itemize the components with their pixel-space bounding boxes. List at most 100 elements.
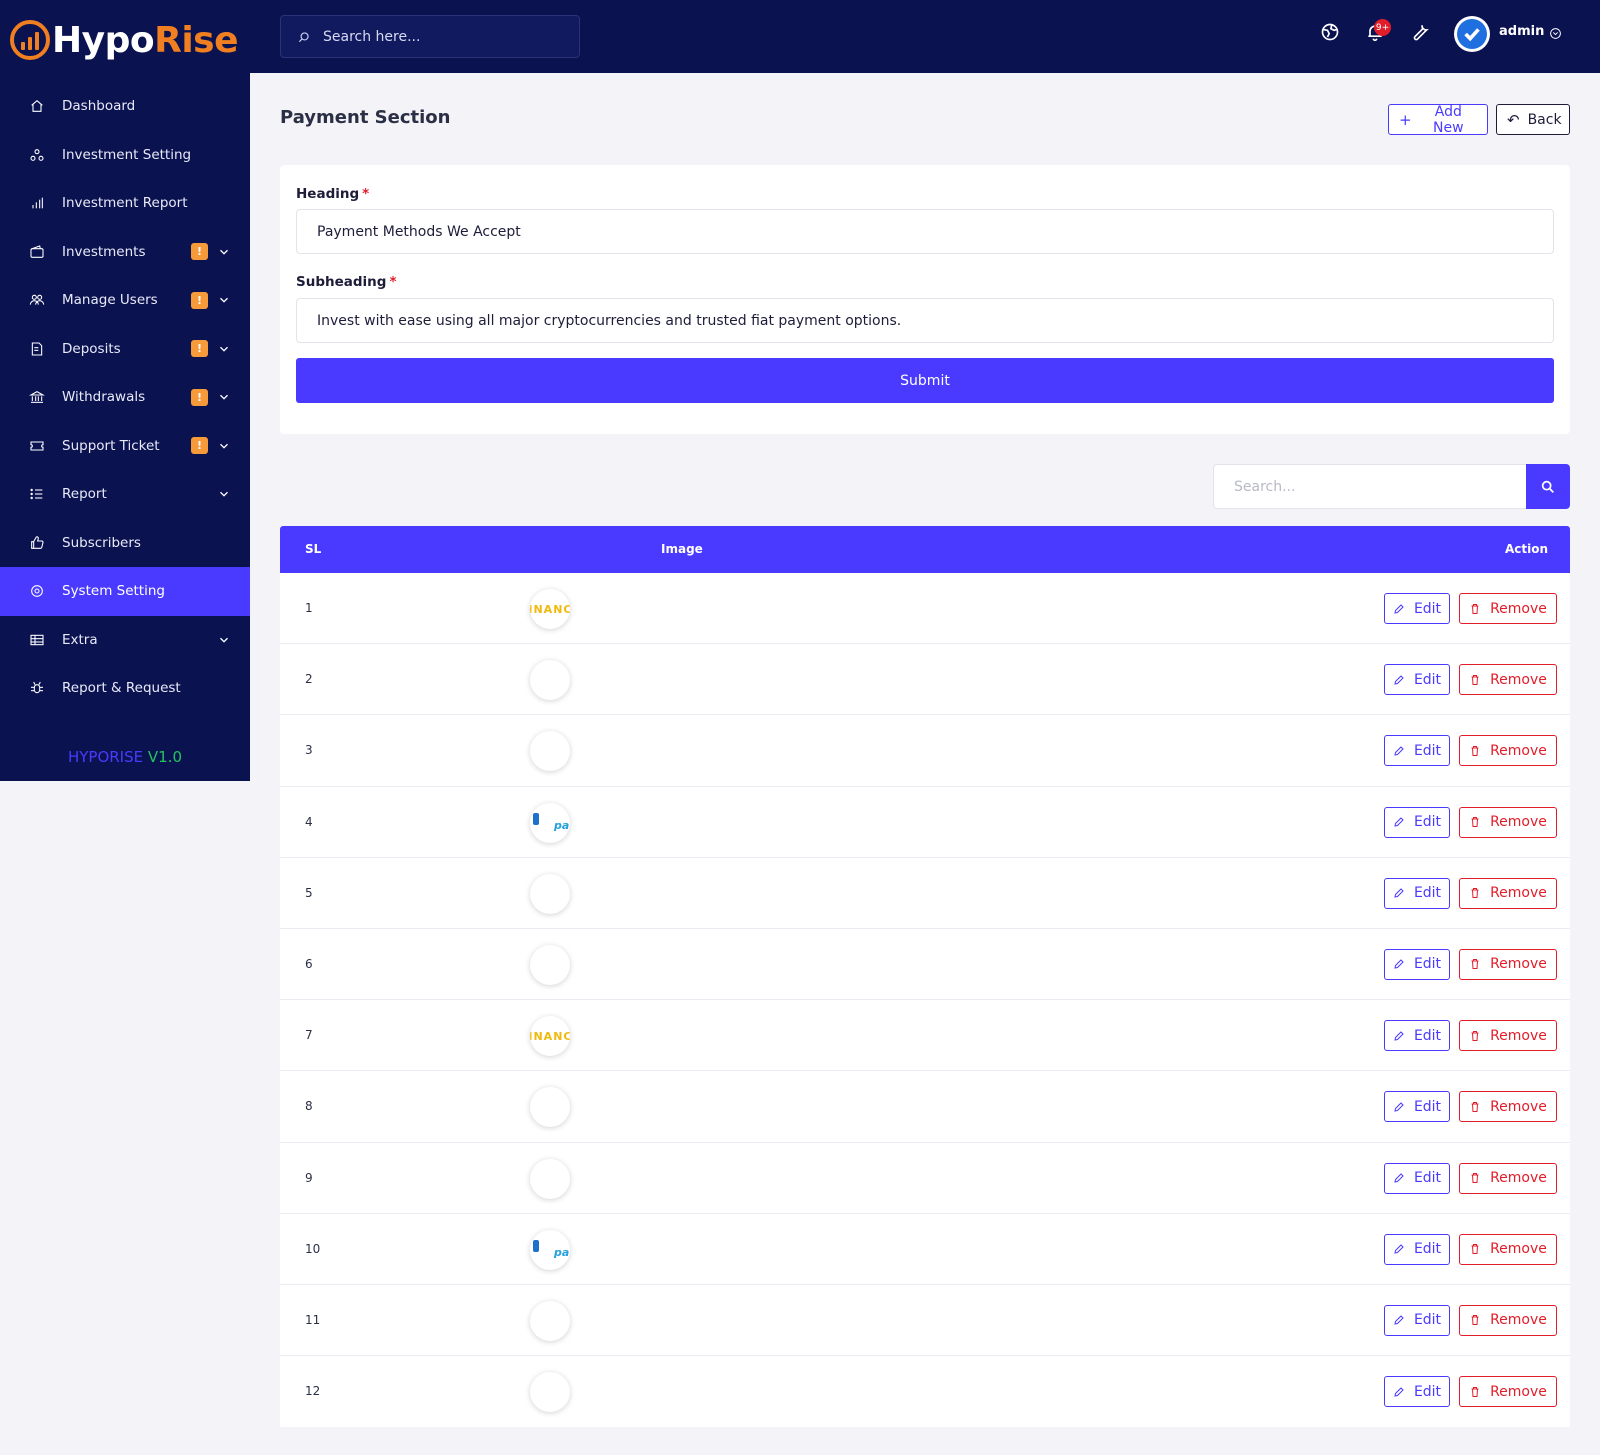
row-sl: 10 [305, 1241, 321, 1256]
chevron-down-icon[interactable] [217, 245, 231, 259]
remove-button[interactable]: Remove [1459, 1304, 1557, 1336]
chevron-down-icon[interactable] [217, 439, 231, 453]
sidebar-item-support-ticket[interactable]: Support Ticket! [0, 422, 250, 471]
heading-label: Heading * [296, 186, 370, 202]
payment-method-image: pa [530, 1229, 570, 1270]
remove-label: Remove [1490, 1312, 1547, 1329]
edit-button[interactable]: Edit [1384, 1304, 1450, 1336]
check-icon [1464, 28, 1480, 42]
image-text: pa [554, 818, 570, 832]
edit-label: Edit [1413, 814, 1442, 831]
chevron-down-icon[interactable] [217, 293, 231, 307]
sidebar-item-label: Support Ticket [62, 437, 160, 454]
subheading-input[interactable]: Invest with ease using all major cryptoc… [296, 298, 1554, 343]
chevron-down-icon[interactable] [217, 633, 231, 647]
edit-label: Edit [1413, 742, 1442, 759]
sidebar-item-deposits[interactable]: Deposits! [0, 325, 250, 374]
submit-button[interactable]: Submit [296, 358, 1554, 403]
pencil-icon [1394, 817, 1404, 827]
back-label: Back [1527, 111, 1562, 128]
sidebar-item-manage-users[interactable]: Manage Users! [0, 276, 250, 325]
table-row: 4 pa Edit Remove [280, 787, 1570, 858]
sidebar-item-investment-report[interactable]: Investment Report [0, 179, 250, 228]
edit-button[interactable]: Edit [1384, 1376, 1450, 1408]
top-search-input[interactable] [323, 28, 563, 45]
remove-label: Remove [1490, 742, 1547, 759]
users-icon [28, 291, 46, 309]
sidebar-item-report[interactable]: Report [0, 470, 250, 519]
back-button[interactable]: ↶ Back [1496, 104, 1570, 135]
top-search[interactable] [280, 15, 580, 58]
chevron-down-icon[interactable] [217, 390, 231, 404]
remove-button[interactable]: Remove [1459, 593, 1557, 624]
avatar[interactable] [1454, 16, 1490, 52]
remove-button[interactable]: Remove [1459, 1376, 1557, 1408]
edit-button[interactable]: Edit [1384, 1091, 1450, 1123]
sidebar-item-withdrawals[interactable]: Withdrawals! [0, 373, 250, 422]
search-button[interactable] [1526, 464, 1570, 509]
edit-button[interactable]: Edit [1384, 877, 1450, 909]
column-image: Image [661, 542, 703, 556]
table-row: 9 Edit Remove [280, 1143, 1570, 1214]
wallet-icon [28, 243, 46, 261]
pencil-icon [1394, 1030, 1404, 1041]
edit-button[interactable]: Edit [1384, 664, 1450, 696]
edit-label: Edit [1413, 1383, 1442, 1400]
edit-label: Edit [1413, 671, 1442, 688]
page-title: Payment Section [280, 107, 451, 128]
chevron-down-icon[interactable] [217, 342, 231, 356]
trash-icon [1471, 1315, 1479, 1326]
wrench-icon[interactable] [1410, 22, 1432, 44]
remove-button[interactable]: Remove [1459, 948, 1557, 980]
remove-button[interactable]: Remove [1459, 877, 1557, 909]
sidebar-item-investments[interactable]: Investments! [0, 228, 250, 277]
payment-method-image: BINANCE [530, 589, 570, 629]
edit-label: Edit [1413, 956, 1442, 973]
pencil-icon [1394, 1386, 1404, 1397]
chevron-down-icon[interactable] [217, 487, 231, 501]
sidebar-item-dashboard[interactable]: Dashboard [0, 82, 250, 131]
edit-button[interactable]: Edit [1384, 1233, 1450, 1265]
edit-button[interactable]: Edit [1384, 948, 1450, 980]
edit-button[interactable]: Edit [1384, 1162, 1450, 1194]
chevron-down-circle-icon[interactable] [1549, 25, 1563, 39]
user-name[interactable]: admin [1499, 24, 1544, 39]
sidebar-item-subscribers[interactable]: Subscribers [0, 519, 250, 568]
remove-label: Remove [1490, 814, 1547, 831]
topbar [250, 0, 1600, 73]
table-row: 5 Edit Remove [280, 858, 1570, 929]
edit-label: Edit [1413, 600, 1442, 617]
edit-label: Edit [1413, 1027, 1442, 1044]
search-icon [1541, 480, 1554, 493]
edit-button[interactable]: Edit [1384, 806, 1450, 838]
edit-button[interactable]: Edit [1384, 593, 1450, 624]
trash-icon [1471, 888, 1479, 899]
edit-label: Edit [1413, 885, 1442, 902]
receipt-icon [28, 340, 46, 358]
remove-button[interactable]: Remove [1459, 1020, 1557, 1052]
remove-button[interactable]: Remove [1459, 1162, 1557, 1194]
remove-button[interactable]: Remove [1459, 735, 1557, 767]
globe-icon[interactable] [1320, 22, 1342, 44]
table-body: 1 BINANCE Edit Remove 2 Edit Remove 3 Edit Remove… [280, 573, 1570, 1427]
row-sl: 7 [305, 1028, 313, 1043]
subheading-label: Subheading * [296, 274, 397, 290]
brand-logo[interactable]: HypoRise [0, 0, 250, 80]
sidebar-item-report-request[interactable]: Report & Request [0, 664, 250, 713]
sidebar-item-system-setting[interactable]: System Setting [0, 567, 250, 616]
sidebar-item-label: Extra [62, 631, 98, 648]
sidebar-item-investment-setting[interactable]: Investment Setting [0, 131, 250, 180]
heading-input[interactable]: Payment Methods We Accept [296, 209, 1554, 254]
remove-button[interactable]: Remove [1459, 664, 1557, 696]
sidebar-item-extra[interactable]: Extra [0, 616, 250, 665]
trash-icon [1471, 817, 1479, 828]
list-search-input[interactable] [1234, 478, 1504, 495]
remove-label: Remove [1490, 671, 1547, 688]
remove-button[interactable]: Remove [1459, 1233, 1557, 1265]
edit-button[interactable]: Edit [1384, 1020, 1450, 1052]
remove-button[interactable]: Remove [1459, 1091, 1557, 1123]
add-new-button[interactable]: + Add New [1388, 104, 1488, 136]
edit-button[interactable]: Edit [1384, 735, 1450, 767]
remove-button[interactable]: Remove [1459, 806, 1557, 838]
payment-methods-table: SL Image Action 1 BINANCE Edit Remove 2 Edit R… [280, 526, 1570, 1428]
